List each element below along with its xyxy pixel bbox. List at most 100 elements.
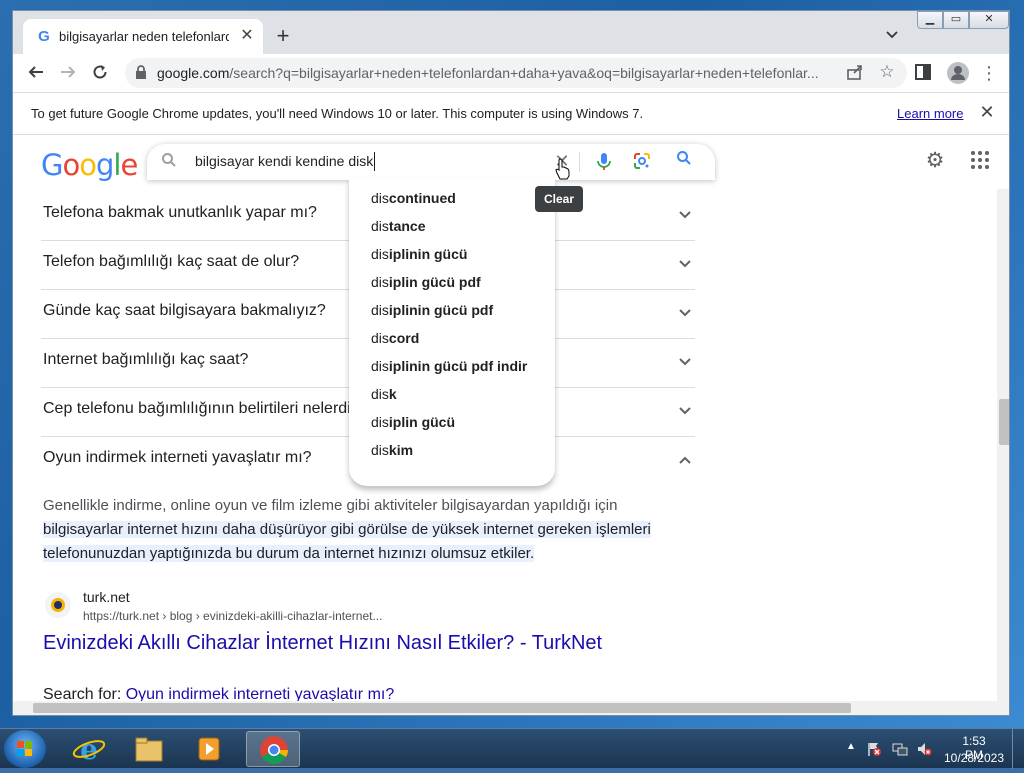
suggestion-prefix: dis [371,190,389,206]
bookmark-star-icon[interactable]: ☆ [877,62,897,82]
url-path: /search?q=bilgisayarlar+neden+telefonlar… [229,65,819,81]
profile-avatar-icon[interactable] [947,62,969,84]
google-apps-grid-icon[interactable] [971,151,991,171]
minimize-button[interactable]: ▁ [917,11,943,29]
suggestion-completion: iplinin gücü pdf [388,302,494,318]
horizontal-scroll-thumb[interactable] [33,703,851,713]
suggestion-item[interactable]: diskim [371,442,413,458]
vertical-scrollbar[interactable] [997,189,1009,715]
search-divider [579,152,580,172]
action-center-flag-icon[interactable] [866,741,882,757]
chrome-menu-icon[interactable]: ⋮ [979,62,999,84]
side-panel-icon[interactable] [915,64,933,82]
faq-question: Telefon bağımlılığı kaç saat de olur? [43,253,300,270]
new-tab-button[interactable]: + [271,25,295,49]
infobar-close-icon[interactable]: ✕ [977,102,997,122]
text-caret [374,152,375,171]
chevron-down-icon[interactable] [675,401,695,421]
suggestion-prefix: dis [371,302,389,318]
voice-search-mic-icon[interactable] [593,150,615,172]
chevron-up-icon[interactable] [675,450,695,470]
svg-text:e: e [80,733,98,766]
media-player-icon[interactable] [182,731,236,767]
suggestion-completion: iplin gücü pdf [388,274,481,290]
suggestion-prefix: dis [371,414,389,430]
learn-more-link[interactable]: Learn more [897,106,963,121]
file-explorer-icon[interactable] [122,731,176,767]
tab-strip: G bilgisayarlar neden telefonlardan ✕ + … [13,11,1009,54]
tab-close-icon[interactable]: ✕ [237,26,257,46]
faq-question: Internet bağımlılığı kaç saat? [43,351,249,368]
google-favicon-icon: G [38,28,50,45]
suggestion-completion: kim [388,442,414,458]
answer-highlight: bilgisayarlar internet hızını daha düşür… [43,521,651,562]
suggestion-item[interactable]: disiplinin gücü pdf [371,302,493,318]
suggestion-item[interactable]: discontinued [371,190,456,206]
search-magnifier-icon [161,152,181,172]
faq-question: Günde kaç saat bilgisayara bakmalıyız? [43,302,326,319]
search-box[interactable]: bilgisayar kendi kendine disk ✕ [147,144,715,180]
forward-arrow-icon[interactable] [57,63,79,85]
infobar-message: To get future Google Chrome updates, you… [31,106,644,121]
chevron-down-icon[interactable] [675,352,695,372]
faq-question: Cep telefonu bağımlılığının belirtileri … [43,400,365,417]
suggestion-completion: iplinin gücü [388,246,468,262]
tab-title: bilgisayarlar neden telefonlardan [59,29,229,44]
faq-question: Telefona bakmak unutkanlık yapar mı? [43,204,317,221]
suggestion-item[interactable]: disiplinin gücü pdf indir [371,358,527,374]
start-button[interactable] [4,730,46,768]
suggestion-prefix: dis [371,442,389,458]
settings-gear-icon[interactable]: ⚙ [923,149,947,173]
maximize-button[interactable]: ▭ [943,11,969,29]
suggestion-completion: tance [388,218,426,234]
back-arrow-icon[interactable] [25,63,47,85]
suggestion-prefix: dis [371,218,389,234]
source-url: https://turk.net › blog › evinizdeki-aki… [83,609,383,623]
google-logo[interactable]: Google [41,148,138,182]
suggestion-prefix: dis [371,274,389,290]
browser-tab[interactable]: G bilgisayarlar neden telefonlardan ✕ [23,19,263,54]
google-lens-icon[interactable] [631,150,653,172]
clear-tooltip: Clear [535,186,583,212]
update-infobar: To get future Google Chrome updates, you… [13,92,1009,135]
suggestion-item[interactable]: disk [371,386,397,402]
hand-pointer-cursor-icon [555,158,571,180]
chevron-down-icon[interactable] [675,254,695,274]
source-name: turk.net [83,589,130,605]
suggestion-prefix: dis [371,330,389,346]
search-input[interactable]: bilgisayar kendi kendine disk [195,153,373,169]
suggestion-item[interactable]: disiplinin gücü [371,246,467,262]
lock-icon[interactable] [135,65,149,81]
suggestion-prefix: dis [371,246,389,262]
horizontal-scrollbar[interactable] [13,701,997,715]
internet-explorer-icon[interactable]: e [62,731,116,767]
suggestion-completion: k [388,386,397,402]
window-close-button[interactable]: ✕ [969,11,1009,29]
show-desktop-button[interactable] [1012,729,1024,769]
suggestion-completion: iplin gücü [388,414,456,430]
suggestion-item[interactable]: distance [371,218,425,234]
network-icon[interactable] [892,741,908,757]
search-submit-icon[interactable] [673,150,695,172]
faq-answer: Genellikle indirme, online oyun ve film … [43,494,663,566]
clock-date[interactable]: 10/28/2023 [942,751,1006,765]
chevron-down-icon[interactable] [675,303,695,323]
tray-expand-icon[interactable]: ▲ [846,741,856,752]
address-bar[interactable]: google.com/search?q=bilgisayarlar+neden+… [125,58,907,88]
share-icon[interactable] [845,63,865,83]
suggestion-item[interactable]: disiplin gücü pdf [371,274,481,290]
chrome-taskbar-icon[interactable] [246,731,300,767]
vertical-scroll-thumb[interactable] [999,399,1009,445]
faq-question: Oyun indirmek interneti yavaşlatır mı? [43,449,312,466]
suggestion-item[interactable]: disiplin gücü [371,414,455,430]
suggestion-item[interactable]: discord [371,330,419,346]
autocomplete-dropdown: discontinued distance disiplinin gücü di… [349,179,555,486]
result-title-link[interactable]: Evinizdeki Akıllı Cihazlar İnternet Hızı… [43,632,602,655]
suggestion-prefix: dis [371,386,389,402]
tab-search-chevron-icon[interactable] [885,27,903,45]
chevron-down-icon[interactable] [675,205,695,225]
reload-icon[interactable] [89,63,111,85]
turknet-favicon-icon [45,592,71,618]
suggestion-prefix: dis [371,358,389,374]
volume-muted-icon[interactable] [916,741,932,757]
